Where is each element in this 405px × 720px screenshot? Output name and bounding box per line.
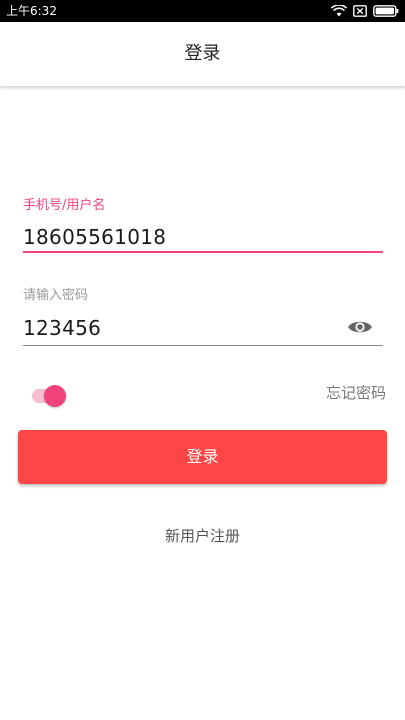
app-bar: 登录 xyxy=(0,22,405,86)
sim-card-disabled-icon xyxy=(353,5,367,17)
password-input[interactable]: 123456 xyxy=(23,315,101,341)
status-icons xyxy=(331,3,399,19)
username-input[interactable]: 18605561018 xyxy=(23,224,166,250)
password-underline xyxy=(23,345,383,346)
password-label: 请输入密码 xyxy=(23,288,89,303)
battery-icon xyxy=(373,5,399,17)
login-button[interactable]: 登录 xyxy=(18,430,387,484)
register-link[interactable]: 新用户注册 xyxy=(0,526,405,546)
status-time: 上午6:32 xyxy=(6,4,57,18)
status-bar: 上午6:32 xyxy=(0,0,405,22)
remember-switch[interactable] xyxy=(30,384,70,408)
page-title: 登录 xyxy=(184,43,221,64)
username-underline xyxy=(23,251,383,253)
eye-icon[interactable] xyxy=(347,317,373,337)
forgot-password-link[interactable]: 忘记密码 xyxy=(326,383,386,403)
switch-thumb xyxy=(44,385,66,407)
login-screen: 上午6:32 登录 手机号/用户名 18605561018 请输入密码 1234… xyxy=(0,0,405,720)
wifi-icon xyxy=(331,5,347,17)
username-label: 手机号/用户名 xyxy=(23,198,106,213)
